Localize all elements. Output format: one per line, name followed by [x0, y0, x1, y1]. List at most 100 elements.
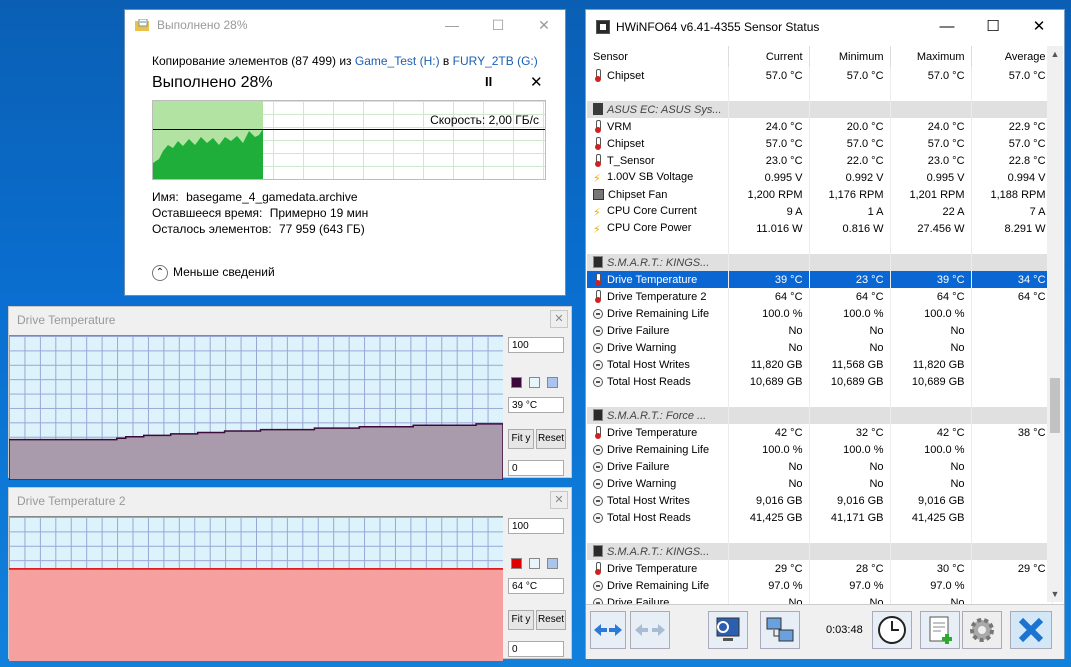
series-color-swatch[interactable] — [511, 377, 522, 388]
sensor-row[interactable]: Drive Remaining Life 97.0 % 97.0 % 97.0 % — [587, 577, 1053, 594]
sensor-row[interactable]: Total Host Writes 9,016 GB 9,016 GB 9,016 G… — [587, 492, 1053, 509]
graph-current-value: 64 °C — [508, 578, 564, 594]
graph-max-value[interactable]: 100 — [508, 518, 564, 534]
fit-y-button[interactable]: Fit y — [508, 610, 534, 630]
current-value: No — [728, 475, 810, 492]
minimum-value: No — [809, 475, 891, 492]
source-link[interactable]: Game_Test (H:) — [355, 54, 440, 68]
close-window-button[interactable]: ✕ — [1016, 14, 1062, 40]
sensor-row[interactable]: VRM 24.0 °C 20.0 °C 24.0 °C 22.9 °C — [587, 118, 1053, 135]
graph-min-value[interactable]: 0 — [508, 641, 564, 657]
sensor-row[interactable]: Drive Remaining Life 100.0 % 100.0 % 100.0 … — [587, 441, 1053, 458]
network-icon[interactable] — [760, 611, 800, 649]
maximize-button[interactable]: ☐ — [970, 14, 1016, 40]
sensor-row[interactable]: Drive Temperature 42 °C 32 °C 42 °C 38 °C — [587, 424, 1053, 441]
fit-y-button[interactable]: Fit y — [508, 429, 534, 449]
sensor-row[interactable]: Drive Warning No No No — [587, 339, 1053, 356]
column-current[interactable]: Current — [728, 46, 810, 67]
settings-gear-icon[interactable] — [962, 611, 1002, 649]
arrows-left-right-icon[interactable] — [590, 611, 626, 649]
background-color-swatch[interactable] — [529, 377, 540, 388]
less-details-button[interactable]: ⌃ Меньше сведений — [152, 265, 275, 281]
minimum-value: No — [809, 339, 891, 356]
minimum-value: 1,176 RPM — [809, 186, 891, 203]
group-name: S.M.A.R.T.: KINGS... — [587, 254, 729, 271]
scrollbar-thumb[interactable] — [1050, 378, 1060, 433]
thermometer-icon — [593, 137, 603, 150]
graph-max-value[interactable]: 100 — [508, 337, 564, 353]
sensor-row[interactable]: Chipset 57.0 °C 57.0 °C 57.0 °C 57.0 °C — [587, 135, 1053, 152]
cancel-copy-button[interactable]: ✕ — [530, 73, 543, 91]
sensor-group-row[interactable]: S.M.A.R.T.: KINGS... — [587, 543, 1053, 560]
sensor-row[interactable]: Drive Temperature 2 64 °C 64 °C 64 °C 64 °C — [587, 288, 1053, 305]
column-minimum[interactable]: Minimum — [809, 46, 891, 67]
clock-icon[interactable] — [872, 611, 912, 649]
sensor-row[interactable]: Total Host Reads 10,689 GB 10,689 GB 10,689… — [587, 373, 1053, 390]
graph-min-value[interactable]: 0 — [508, 460, 564, 476]
sensor-group-row[interactable]: S.M.A.R.T.: KINGS... — [587, 254, 1053, 271]
sensor-row[interactable]: Drive Temperature 39 °C 23 °C 39 °C 34 °C — [587, 271, 1053, 288]
column-average[interactable]: Average — [971, 46, 1053, 67]
blank-row — [587, 84, 1053, 101]
sensor-row[interactable]: T_Sensor 23.0 °C 22.0 °C 23.0 °C 22.8 °C — [587, 152, 1053, 169]
graph-close-button[interactable]: ✕ — [550, 310, 568, 328]
minimize-button[interactable]: — — [429, 12, 475, 38]
vertical-scrollbar[interactable]: ▲ ▼ — [1047, 46, 1063, 602]
arrows-disabled-icon[interactable] — [630, 611, 670, 649]
minimize-button[interactable]: — — [924, 14, 970, 40]
average-value: 1,188 RPM — [971, 186, 1053, 203]
sensor-row[interactable]: Drive Warning No No No — [587, 475, 1053, 492]
sensor-group-row[interactable]: S.M.A.R.T.: Force ... — [587, 407, 1053, 424]
sensor-name: Drive Failure — [587, 458, 729, 475]
reset-button[interactable]: Reset — [536, 610, 566, 630]
close-window-button[interactable]: ✕ — [521, 12, 567, 38]
copy-summary-prefix: Копирование элементов (87 499) из — [152, 54, 352, 68]
drive-icon — [593, 409, 603, 421]
reset-button[interactable]: Reset — [536, 429, 566, 449]
grid-color-swatch[interactable] — [547, 377, 558, 388]
close-x-icon[interactable] — [1010, 611, 1052, 649]
maximum-value: 57.0 °C — [890, 135, 972, 152]
report-add-icon[interactable] — [920, 611, 960, 649]
sensor-row[interactable]: Drive Failure No No No — [587, 322, 1053, 339]
sensor-row[interactable]: CPU Core Current9 A1 A22 A7 A — [587, 203, 1053, 220]
sensor-row[interactable]: Drive Temperature 29 °C 28 °C 30 °C 29 °C — [587, 560, 1053, 577]
minimum-value: 0.992 V — [809, 169, 891, 186]
current-value: 24.0 °C — [728, 118, 810, 135]
background-color-swatch[interactable] — [529, 558, 540, 569]
average-value — [971, 322, 1053, 339]
grid-color-swatch[interactable] — [547, 558, 558, 569]
series-color-swatch[interactable] — [511, 558, 522, 569]
current-value: 64 °C — [728, 288, 810, 305]
maximum-value: 24.0 °C — [890, 118, 972, 135]
chevron-up-icon: ⌃ — [152, 265, 168, 281]
blank-row — [587, 390, 1053, 407]
sensor-row[interactable]: Chipset Fan 1,200 RPM 1,176 RPM 1,201 RPM 1,… — [587, 186, 1053, 203]
pause-button[interactable]: II — [485, 74, 492, 89]
maximize-button[interactable]: ☐ — [475, 12, 521, 38]
monitor-icon[interactable] — [708, 611, 748, 649]
sensor-name: 1.00V SB Voltage — [587, 169, 729, 186]
sensor-row[interactable]: 1.00V SB Voltage0.995 V0.992 V0.995 V0.9… — [587, 169, 1053, 186]
destination-link[interactable]: FURY_2TB (G:) — [453, 54, 538, 68]
maximum-value: 100.0 % — [890, 441, 972, 458]
sensor-row[interactable]: Total Host Reads 41,425 GB 41,171 GB 41,425… — [587, 509, 1053, 526]
column-sensor[interactable]: Sensor — [587, 46, 729, 67]
sensor-row[interactable]: Drive Remaining Life 100.0 % 100.0 % 100.0 … — [587, 305, 1053, 322]
minimum-value: 57.0 °C — [809, 67, 891, 84]
sensor-row[interactable]: Total Host Writes 11,820 GB 11,568 GB 11,82… — [587, 356, 1053, 373]
copy-window-title: Выполнено 28% — [157, 18, 248, 32]
graph-close-button[interactable]: ✕ — [550, 491, 568, 509]
minimum-value: 1 A — [809, 203, 891, 220]
speed-line — [153, 129, 545, 130]
sensor-row[interactable]: Chipset 57.0 °C 57.0 °C 57.0 °C 57.0 °C — [587, 67, 1053, 84]
minimum-value: 0.816 W — [809, 220, 891, 237]
column-maximum[interactable]: Maximum — [890, 46, 972, 67]
sensor-group-row[interactable]: ASUS EC: ASUS Sys... — [587, 101, 1053, 118]
average-value — [971, 373, 1053, 390]
sensor-row[interactable]: Drive Failure No No No — [587, 458, 1053, 475]
scroll-up-icon[interactable]: ▲ — [1047, 46, 1063, 62]
sensor-row[interactable]: CPU Core Power11.016 W0.816 W27.456 W8.2… — [587, 220, 1053, 237]
fan-icon — [593, 188, 604, 200]
scroll-down-icon[interactable]: ▼ — [1047, 586, 1063, 602]
